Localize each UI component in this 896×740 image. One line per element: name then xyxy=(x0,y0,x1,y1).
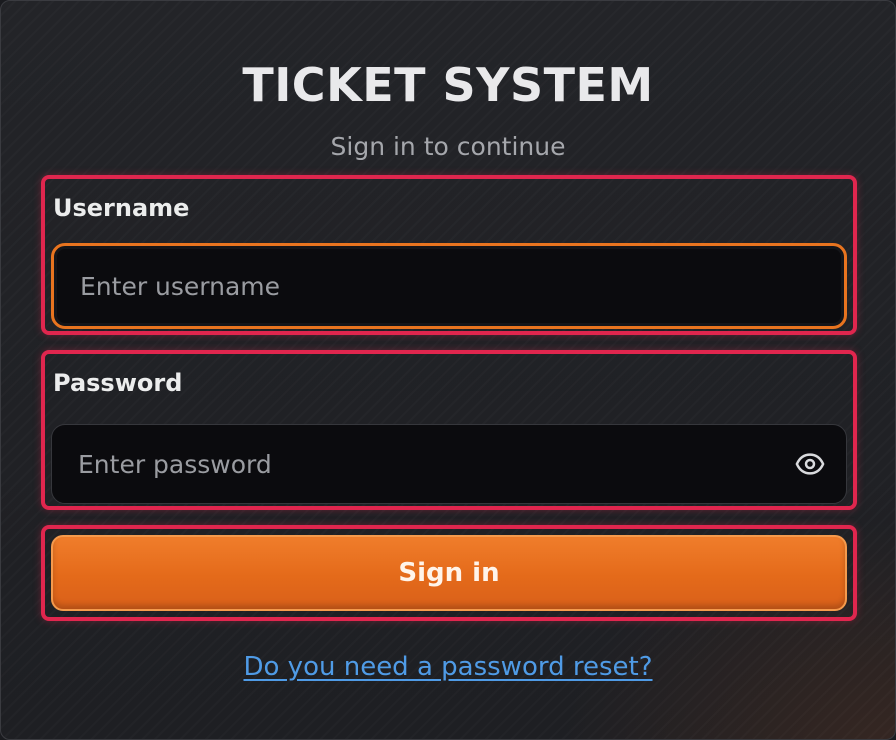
signin-button-group: Sign in xyxy=(41,525,857,621)
username-input-wrapper xyxy=(51,243,847,329)
eye-icon xyxy=(795,453,825,475)
show-password-toggle[interactable] xyxy=(792,446,828,482)
password-reset-container: Do you need a password reset? xyxy=(1,649,895,685)
page-title: TICKET SYSTEM xyxy=(242,58,654,112)
password-input-wrapper xyxy=(51,424,847,504)
login-card: TICKET SYSTEM Sign in to continue Userna… xyxy=(0,0,896,740)
password-input[interactable] xyxy=(52,425,846,503)
page-subtitle: Sign in to continue xyxy=(330,132,566,161)
username-field-group: Username xyxy=(41,175,857,335)
signin-button[interactable]: Sign in xyxy=(51,535,847,611)
password-field-group: Password xyxy=(41,350,857,510)
username-label: Username xyxy=(53,194,190,222)
username-input[interactable] xyxy=(54,246,844,326)
password-label: Password xyxy=(53,369,183,397)
password-reset-link[interactable]: Do you need a password reset? xyxy=(243,652,652,682)
